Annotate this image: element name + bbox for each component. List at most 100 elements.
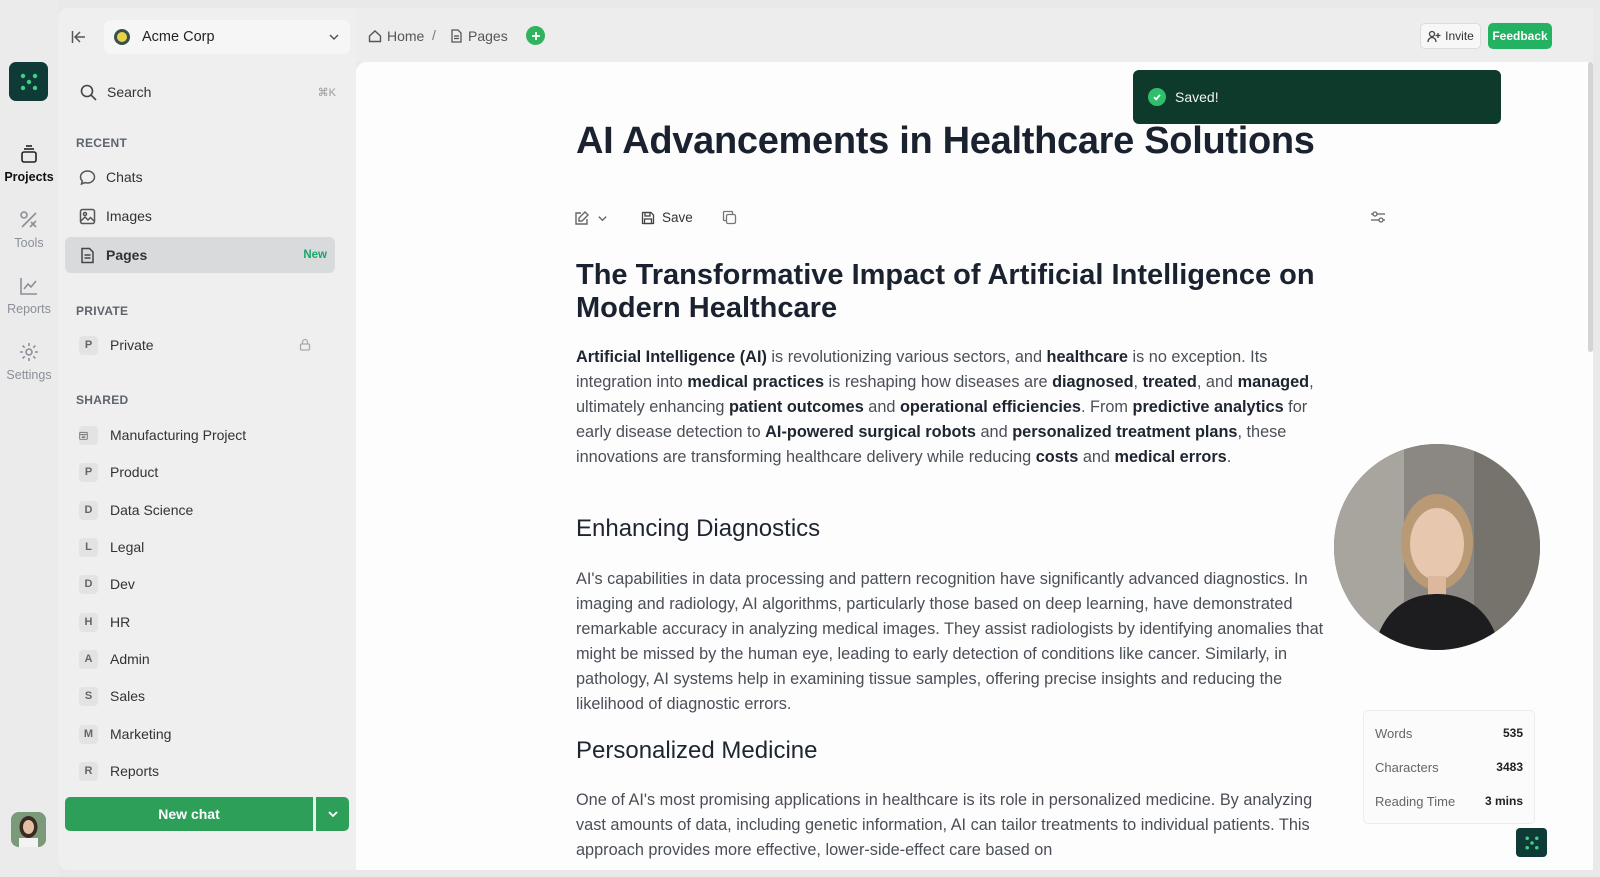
stat-label: Characters bbox=[1375, 760, 1439, 775]
letter-icon: R bbox=[79, 761, 98, 781]
icon-rail: Projects Tools Reports Settings bbox=[0, 0, 58, 877]
text-run: , and bbox=[1196, 373, 1238, 391]
sidebar: Acme Corp Search ⌘K RECENT Chats Images … bbox=[58, 8, 356, 870]
section-heading-diagnostics[interactable]: Enhancing Diagnostics bbox=[576, 515, 820, 543]
sidebar-item-product[interactable]: P Product bbox=[65, 454, 335, 490]
org-selector[interactable]: Acme Corp bbox=[104, 20, 350, 54]
copy-icon bbox=[722, 210, 737, 225]
edit-icon bbox=[575, 211, 589, 225]
rail-tools[interactable]: Tools bbox=[0, 209, 58, 250]
sidebar-item-sales[interactable]: S Sales bbox=[65, 678, 335, 714]
intro-paragraph[interactable]: Artificial Intelligence (AI) is revoluti… bbox=[576, 345, 1342, 470]
sidebar-item-private[interactable]: P Private bbox=[65, 327, 335, 363]
sidebar-item-chats[interactable]: Chats bbox=[65, 159, 335, 195]
invite-label: Invite bbox=[1445, 29, 1474, 43]
sidebar-item-reports[interactable]: R Reports bbox=[65, 753, 335, 789]
rail-projects-label: Projects bbox=[4, 170, 54, 184]
sidebar-item-images[interactable]: Images bbox=[65, 198, 335, 234]
personalized-paragraph[interactable]: One of AI's most promising applications … bbox=[576, 788, 1342, 863]
sidebar-item-label: Data Science bbox=[110, 502, 194, 518]
feedback-button[interactable]: Feedback bbox=[1488, 23, 1552, 49]
rail-reports[interactable]: Reports bbox=[0, 275, 58, 316]
bold-text: medical errors bbox=[1114, 448, 1227, 466]
shared-section-label: SHARED bbox=[76, 393, 129, 407]
bold-text: healthcare bbox=[1046, 348, 1128, 366]
recent-section-label: RECENT bbox=[76, 136, 128, 150]
rail-reports-label: Reports bbox=[7, 302, 51, 316]
app-logo-icon[interactable] bbox=[9, 62, 48, 101]
chevron-down-icon bbox=[598, 215, 607, 221]
save-label: Save bbox=[662, 210, 693, 225]
breadcrumb-pages[interactable]: Pages bbox=[450, 28, 508, 44]
section-heading-personalized[interactable]: Personalized Medicine bbox=[576, 737, 817, 765]
text-run: is reshaping how diseases are bbox=[824, 373, 1053, 391]
letter-icon: A bbox=[79, 649, 98, 669]
org-logo-icon bbox=[114, 29, 130, 45]
stat-label: Reading Time bbox=[1375, 794, 1456, 809]
sidebar-item-legal[interactable]: L Legal bbox=[65, 529, 335, 565]
text-run: is revolutionizing various sectors, and bbox=[766, 348, 1047, 366]
document-heading[interactable]: The Transformative Impact of Artificial … bbox=[576, 259, 1356, 325]
bold-text: managed bbox=[1237, 373, 1310, 391]
user-avatar[interactable] bbox=[11, 812, 46, 847]
image-icon bbox=[79, 208, 96, 224]
sidebar-item-admin[interactable]: A Admin bbox=[65, 641, 335, 677]
edit-mode-button[interactable] bbox=[574, 210, 608, 226]
rail-settings[interactable]: Settings bbox=[0, 341, 58, 382]
add-page-button[interactable] bbox=[526, 26, 545, 45]
tools-icon bbox=[20, 211, 37, 228]
page-title[interactable]: AI Advancements in Healthcare Solutions bbox=[576, 120, 1315, 163]
sidebar-item-hr[interactable]: H HR bbox=[65, 604, 335, 640]
sidebar-item-label: Reports bbox=[110, 763, 160, 779]
invite-button[interactable]: Invite bbox=[1420, 23, 1481, 49]
search-button[interactable]: Search ⌘K bbox=[72, 78, 344, 106]
letter-icon: D bbox=[79, 574, 98, 594]
stat-value: 3483 bbox=[1496, 760, 1523, 774]
sliders-icon bbox=[1371, 211, 1385, 223]
scrollbar-thumb[interactable] bbox=[1588, 62, 1593, 352]
sidebar-item-label: Manufacturing Project bbox=[110, 427, 247, 443]
search-shortcut: ⌘K bbox=[317, 86, 336, 99]
sidebar-item-marketing[interactable]: M Marketing bbox=[65, 716, 335, 752]
document-stats-panel: Words 535 Characters 3483 Reading Time 3… bbox=[1363, 710, 1535, 824]
save-icon bbox=[641, 211, 655, 224]
sidebar-item-dev[interactable]: D Dev bbox=[65, 566, 335, 602]
breadcrumb-home[interactable]: Home bbox=[368, 28, 424, 44]
calendar-icon bbox=[79, 425, 98, 445]
text-run: and bbox=[863, 398, 900, 416]
add-user-icon bbox=[1427, 30, 1441, 42]
sidebar-item-data-science[interactable]: D Data Science bbox=[65, 492, 335, 528]
stat-value: 3 mins bbox=[1484, 794, 1523, 808]
chevron-down-icon bbox=[327, 811, 338, 818]
sidebar-item-pages[interactable]: Pages New bbox=[65, 237, 335, 273]
arrow-left-icon bbox=[71, 31, 85, 43]
new-chat-dropdown-button[interactable] bbox=[316, 797, 349, 831]
projects-icon bbox=[21, 145, 37, 163]
org-name: Acme Corp bbox=[142, 29, 215, 45]
copy-button[interactable] bbox=[722, 210, 737, 225]
settings-sliders-button[interactable] bbox=[1370, 210, 1386, 224]
sidebar-item-label: Private bbox=[110, 337, 154, 353]
sidebar-item-label: Legal bbox=[110, 539, 145, 555]
save-button[interactable]: Save bbox=[641, 210, 693, 225]
sidebar-item-label: HR bbox=[110, 614, 131, 630]
new-chat-button[interactable]: New chat bbox=[65, 797, 313, 831]
collapse-sidebar-button[interactable] bbox=[66, 24, 92, 50]
bold-text: personalized treatment plans bbox=[1012, 423, 1238, 441]
home-icon bbox=[368, 30, 382, 43]
bold-text: AI-powered surgical robots bbox=[765, 423, 976, 441]
letter-icon: M bbox=[79, 724, 98, 744]
assistant-logo-icon[interactable] bbox=[1516, 828, 1547, 857]
plus-icon bbox=[531, 31, 540, 40]
lock-icon bbox=[299, 338, 311, 351]
sidebar-item-manufacturing-project[interactable]: Manufacturing Project bbox=[65, 417, 335, 453]
sidebar-item-label: Pages bbox=[106, 247, 148, 263]
bold-text: costs bbox=[1035, 448, 1079, 466]
reports-icon bbox=[20, 278, 37, 295]
letter-icon: P bbox=[79, 335, 98, 355]
sidebar-item-label: Product bbox=[110, 464, 159, 480]
text-run: and bbox=[975, 423, 1013, 441]
diagnostics-paragraph[interactable]: AI's capabilities in data processing and… bbox=[576, 567, 1342, 717]
saved-toast: Saved! bbox=[1133, 70, 1501, 124]
rail-projects[interactable]: Projects bbox=[0, 143, 58, 184]
